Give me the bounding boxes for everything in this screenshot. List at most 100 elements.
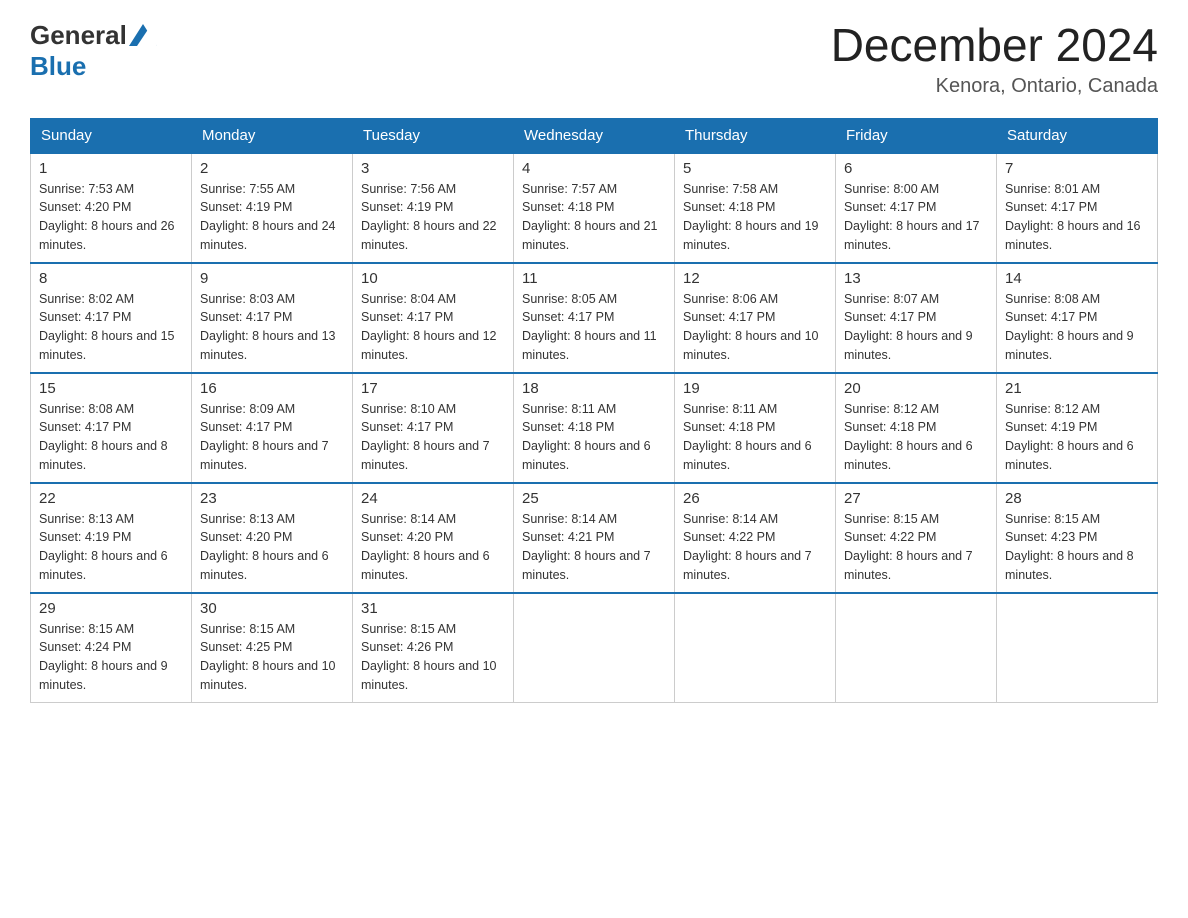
day-info: Sunrise: 8:11 AMSunset: 4:18 PMDaylight:…: [522, 402, 651, 472]
day-info: Sunrise: 8:08 AMSunset: 4:17 PMDaylight:…: [1005, 292, 1134, 362]
day-info: Sunrise: 8:13 AMSunset: 4:20 PMDaylight:…: [200, 512, 329, 582]
day-info: Sunrise: 8:10 AMSunset: 4:17 PMDaylight:…: [361, 402, 490, 472]
day-number: 23: [200, 490, 344, 507]
day-number: 27: [844, 490, 988, 507]
calendar-cell: 28 Sunrise: 8:15 AMSunset: 4:23 PMDaylig…: [997, 483, 1158, 593]
calendar-cell: 16 Sunrise: 8:09 AMSunset: 4:17 PMDaylig…: [192, 373, 353, 483]
day-number: 31: [361, 600, 505, 617]
calendar-cell: [675, 593, 836, 703]
day-info: Sunrise: 7:57 AMSunset: 4:18 PMDaylight:…: [522, 182, 658, 252]
day-info: Sunrise: 8:14 AMSunset: 4:20 PMDaylight:…: [361, 512, 490, 582]
calendar-cell: 2 Sunrise: 7:55 AMSunset: 4:19 PMDayligh…: [192, 153, 353, 263]
day-info: Sunrise: 8:07 AMSunset: 4:17 PMDaylight:…: [844, 292, 973, 362]
calendar-cell: 12 Sunrise: 8:06 AMSunset: 4:17 PMDaylig…: [675, 263, 836, 373]
calendar-cell: 25 Sunrise: 8:14 AMSunset: 4:21 PMDaylig…: [514, 483, 675, 593]
day-number: 3: [361, 160, 505, 177]
day-number: 29: [39, 600, 183, 617]
calendar-cell: 6 Sunrise: 8:00 AMSunset: 4:17 PMDayligh…: [836, 153, 997, 263]
day-number: 14: [1005, 270, 1149, 287]
day-number: 7: [1005, 160, 1149, 177]
calendar-header-row: Sunday Monday Tuesday Wednesday Thursday…: [31, 118, 1158, 153]
day-number: 6: [844, 160, 988, 177]
day-info: Sunrise: 8:06 AMSunset: 4:17 PMDaylight:…: [683, 292, 819, 362]
calendar-cell: 27 Sunrise: 8:15 AMSunset: 4:22 PMDaylig…: [836, 483, 997, 593]
calendar-cell: 13 Sunrise: 8:07 AMSunset: 4:17 PMDaylig…: [836, 263, 997, 373]
week-row-1: 1 Sunrise: 7:53 AMSunset: 4:20 PMDayligh…: [31, 153, 1158, 263]
week-row-3: 15 Sunrise: 8:08 AMSunset: 4:17 PMDaylig…: [31, 373, 1158, 483]
day-info: Sunrise: 7:56 AMSunset: 4:19 PMDaylight:…: [361, 182, 497, 252]
calendar-cell: 21 Sunrise: 8:12 AMSunset: 4:19 PMDaylig…: [997, 373, 1158, 483]
day-info: Sunrise: 8:02 AMSunset: 4:17 PMDaylight:…: [39, 292, 175, 362]
logo: General Blue: [30, 20, 157, 82]
day-number: 19: [683, 380, 827, 397]
calendar-cell: 5 Sunrise: 7:58 AMSunset: 4:18 PMDayligh…: [675, 153, 836, 263]
day-info: Sunrise: 7:55 AMSunset: 4:19 PMDaylight:…: [200, 182, 336, 252]
day-number: 9: [200, 270, 344, 287]
day-info: Sunrise: 8:05 AMSunset: 4:17 PMDaylight:…: [522, 292, 657, 362]
calendar-cell: 11 Sunrise: 8:05 AMSunset: 4:17 PMDaylig…: [514, 263, 675, 373]
day-info: Sunrise: 7:58 AMSunset: 4:18 PMDaylight:…: [683, 182, 819, 252]
day-info: Sunrise: 8:14 AMSunset: 4:21 PMDaylight:…: [522, 512, 651, 582]
day-info: Sunrise: 8:15 AMSunset: 4:26 PMDaylight:…: [361, 622, 497, 692]
day-info: Sunrise: 8:15 AMSunset: 4:25 PMDaylight:…: [200, 622, 336, 692]
calendar-cell: 30 Sunrise: 8:15 AMSunset: 4:25 PMDaylig…: [192, 593, 353, 703]
col-tuesday: Tuesday: [353, 118, 514, 153]
day-number: 21: [1005, 380, 1149, 397]
logo-triangle-icon: [129, 24, 157, 46]
day-info: Sunrise: 8:14 AMSunset: 4:22 PMDaylight:…: [683, 512, 812, 582]
day-info: Sunrise: 8:01 AMSunset: 4:17 PMDaylight:…: [1005, 182, 1141, 252]
logo-general-text: General: [30, 20, 127, 51]
day-info: Sunrise: 8:12 AMSunset: 4:19 PMDaylight:…: [1005, 402, 1134, 472]
day-number: 4: [522, 160, 666, 177]
calendar-cell: 15 Sunrise: 8:08 AMSunset: 4:17 PMDaylig…: [31, 373, 192, 483]
day-number: 10: [361, 270, 505, 287]
col-wednesday: Wednesday: [514, 118, 675, 153]
calendar-cell: 4 Sunrise: 7:57 AMSunset: 4:18 PMDayligh…: [514, 153, 675, 263]
calendar-cell: 23 Sunrise: 8:13 AMSunset: 4:20 PMDaylig…: [192, 483, 353, 593]
calendar-cell: 26 Sunrise: 8:14 AMSunset: 4:22 PMDaylig…: [675, 483, 836, 593]
day-number: 11: [522, 270, 666, 287]
calendar-cell: 14 Sunrise: 8:08 AMSunset: 4:17 PMDaylig…: [997, 263, 1158, 373]
day-number: 22: [39, 490, 183, 507]
day-info: Sunrise: 8:13 AMSunset: 4:19 PMDaylight:…: [39, 512, 168, 582]
day-number: 1: [39, 160, 183, 177]
calendar-cell: 22 Sunrise: 8:13 AMSunset: 4:19 PMDaylig…: [31, 483, 192, 593]
title-area: December 2024 Kenora, Ontario, Canada: [831, 20, 1158, 98]
day-number: 17: [361, 380, 505, 397]
calendar-cell: 10 Sunrise: 8:04 AMSunset: 4:17 PMDaylig…: [353, 263, 514, 373]
day-info: Sunrise: 8:15 AMSunset: 4:22 PMDaylight:…: [844, 512, 973, 582]
week-row-2: 8 Sunrise: 8:02 AMSunset: 4:17 PMDayligh…: [31, 263, 1158, 373]
calendar-cell: [836, 593, 997, 703]
calendar-cell: 7 Sunrise: 8:01 AMSunset: 4:17 PMDayligh…: [997, 153, 1158, 263]
calendar-cell: 1 Sunrise: 7:53 AMSunset: 4:20 PMDayligh…: [31, 153, 192, 263]
calendar-cell: [997, 593, 1158, 703]
calendar-cell: 19 Sunrise: 8:11 AMSunset: 4:18 PMDaylig…: [675, 373, 836, 483]
day-number: 16: [200, 380, 344, 397]
col-sunday: Sunday: [31, 118, 192, 153]
day-number: 8: [39, 270, 183, 287]
col-monday: Monday: [192, 118, 353, 153]
day-number: 5: [683, 160, 827, 177]
month-title: December 2024: [831, 20, 1158, 71]
day-info: Sunrise: 8:08 AMSunset: 4:17 PMDaylight:…: [39, 402, 168, 472]
day-info: Sunrise: 8:15 AMSunset: 4:23 PMDaylight:…: [1005, 512, 1134, 582]
calendar-cell: 9 Sunrise: 8:03 AMSunset: 4:17 PMDayligh…: [192, 263, 353, 373]
calendar-table: Sunday Monday Tuesday Wednesday Thursday…: [30, 118, 1158, 704]
day-number: 18: [522, 380, 666, 397]
calendar-cell: 3 Sunrise: 7:56 AMSunset: 4:19 PMDayligh…: [353, 153, 514, 263]
day-number: 2: [200, 160, 344, 177]
day-number: 13: [844, 270, 988, 287]
day-number: 26: [683, 490, 827, 507]
calendar-cell: 20 Sunrise: 8:12 AMSunset: 4:18 PMDaylig…: [836, 373, 997, 483]
day-number: 15: [39, 380, 183, 397]
day-number: 24: [361, 490, 505, 507]
day-info: Sunrise: 8:00 AMSunset: 4:17 PMDaylight:…: [844, 182, 980, 252]
day-number: 12: [683, 270, 827, 287]
day-info: Sunrise: 8:11 AMSunset: 4:18 PMDaylight:…: [683, 402, 812, 472]
week-row-4: 22 Sunrise: 8:13 AMSunset: 4:19 PMDaylig…: [31, 483, 1158, 593]
calendar-cell: 17 Sunrise: 8:10 AMSunset: 4:17 PMDaylig…: [353, 373, 514, 483]
day-number: 25: [522, 490, 666, 507]
calendar-cell: 29 Sunrise: 8:15 AMSunset: 4:24 PMDaylig…: [31, 593, 192, 703]
calendar-cell: 24 Sunrise: 8:14 AMSunset: 4:20 PMDaylig…: [353, 483, 514, 593]
day-number: 28: [1005, 490, 1149, 507]
